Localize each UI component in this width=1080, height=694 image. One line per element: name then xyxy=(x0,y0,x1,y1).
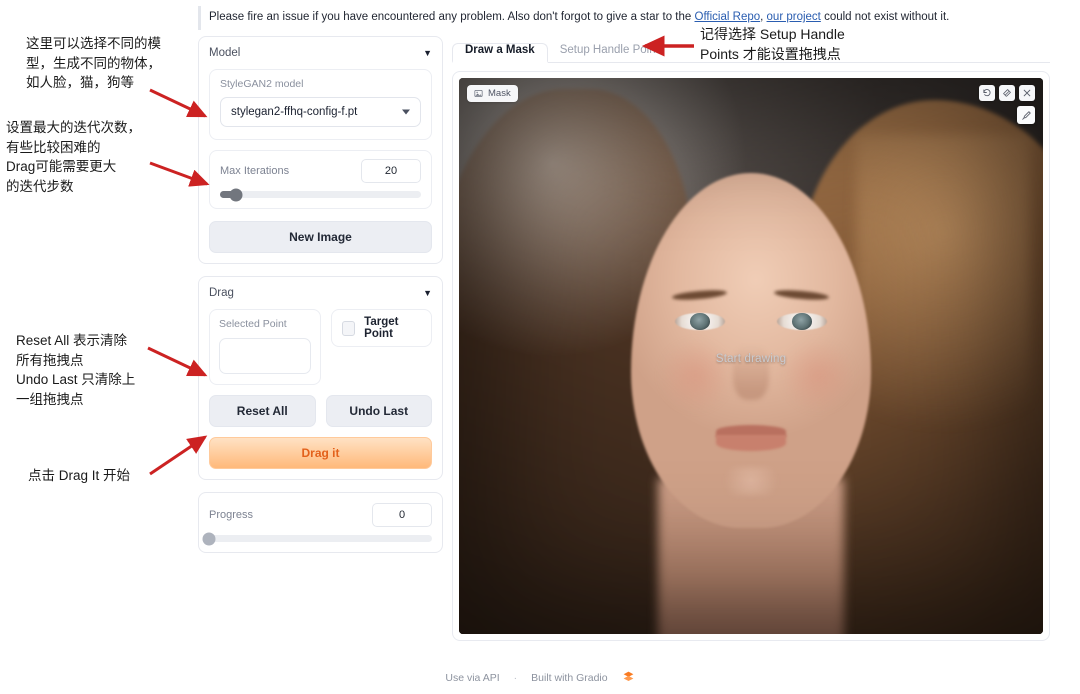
brush-icon[interactable] xyxy=(1017,106,1035,124)
official-repo-link[interactable]: Official Repo xyxy=(695,11,761,23)
image-toolbar xyxy=(979,85,1035,101)
chevron-down-icon[interactable]: ▼ xyxy=(423,288,432,298)
notice-text-before: Please fire an issue if you have encount… xyxy=(209,11,695,24)
target-point-field[interactable]: Target Point xyxy=(331,309,432,347)
use-via-api-link[interactable]: Use via API xyxy=(445,672,499,684)
clear-icon[interactable] xyxy=(1019,85,1035,101)
reset-all-button[interactable]: Reset All xyxy=(209,395,316,427)
max-iterations-label: Max Iterations xyxy=(220,165,290,177)
undo-last-button[interactable]: Undo Last xyxy=(325,395,432,427)
arrow-to-model xyxy=(149,88,208,118)
chevron-down-icon[interactable]: ▼ xyxy=(423,48,432,58)
annotation-dragit: 点击 Drag It 开始 xyxy=(28,468,131,483)
footer-separator: · xyxy=(513,672,518,684)
image-editor-panel: Start drawing Mask xyxy=(452,71,1050,641)
drag-panel: Drag ▼ Selected Point Target Point Reset… xyxy=(198,276,443,480)
tab-setup-handle-points[interactable]: Setup Handle Points xyxy=(548,44,677,62)
progress-label: Progress xyxy=(209,509,254,521)
new-image-button[interactable]: New Image xyxy=(209,221,432,253)
canvas-hint: Start drawing xyxy=(715,352,787,365)
annotation-reset: Reset All 表示清除 所有拖拽点 Undo Last 只清除上 一组拖拽… xyxy=(16,333,136,407)
image-icon xyxy=(474,90,483,97)
our-project-link[interactable]: our project xyxy=(767,11,821,23)
max-iterations-slider-thumb[interactable] xyxy=(229,188,243,201)
mask-badge-label: Mask xyxy=(488,88,511,99)
points-row: Selected Point Target Point xyxy=(209,309,432,385)
controls-column: Model ▼ StyleGAN2 model stylegan2-ffhq-c… xyxy=(198,36,443,565)
progress-value[interactable]: 0 xyxy=(372,503,432,527)
max-iterations-row: Max Iterations 20 xyxy=(220,159,421,183)
model-select-value: stylegan2-ffhq-config-f.pt xyxy=(231,106,358,118)
model-select-label: StyleGAN2 model xyxy=(220,78,304,90)
target-point-label: Target Point xyxy=(364,316,399,340)
progress-slider[interactable] xyxy=(202,532,432,545)
progress-row: Progress 0 xyxy=(209,503,432,527)
annotation-model: 这里可以选择不同的模 型，生成不同的物体， 如人脸，猫，狗等 xyxy=(26,36,161,91)
model-select[interactable]: stylegan2-ffhq-config-f.pt xyxy=(220,97,421,127)
model-select-field: StyleGAN2 model stylegan2-ffhq-config-f.… xyxy=(209,69,432,140)
mask-badge: Mask xyxy=(467,85,518,102)
progress-panel: Progress 0 xyxy=(198,492,443,553)
image-canvas[interactable]: Start drawing Mask xyxy=(459,78,1043,634)
image-column: Draw a Mask Setup Handle Points Start dr… xyxy=(452,36,1050,641)
drag-panel-header[interactable]: Drag ▼ xyxy=(209,287,432,299)
max-iterations-field: Max Iterations 20 xyxy=(209,150,432,209)
selected-point-field: Selected Point xyxy=(209,309,321,385)
max-iterations-value[interactable]: 20 xyxy=(361,159,421,183)
selected-point-label: Selected Point xyxy=(219,318,287,330)
eraser-icon[interactable] xyxy=(999,85,1015,101)
chevron-down-icon xyxy=(402,109,410,115)
app-root: Please fire an issue if you have encount… xyxy=(0,0,1080,694)
selected-point-input[interactable] xyxy=(219,338,311,374)
undo-icon[interactable] xyxy=(979,85,995,101)
notice-text-after: could not exist without it. xyxy=(820,11,950,24)
gradio-logo-icon xyxy=(622,670,635,686)
annotation-iterations: 设置最大的迭代次数， 有些比较困难的 Drag可能需要更大 的迭代步数 xyxy=(6,120,141,194)
annotation-tabs: 记得选择 Setup Handle Points 才能设置拖拽点 xyxy=(700,26,845,63)
drag-panel-title: Drag xyxy=(209,287,234,299)
model-panel-header[interactable]: Model ▼ xyxy=(209,47,432,59)
max-iterations-slider[interactable] xyxy=(220,188,421,201)
footer: Use via API · Built with Gradio xyxy=(0,670,1080,686)
notice-text: Please fire an issue if you have encount… xyxy=(209,11,949,25)
progress-slider-thumb[interactable] xyxy=(202,532,216,545)
drag-actions-row: Reset All Undo Last xyxy=(209,395,432,427)
built-with-gradio-link[interactable]: Built with Gradio xyxy=(531,672,607,684)
tab-draw-a-mask[interactable]: Draw a Mask xyxy=(452,43,548,63)
model-panel: Model ▼ StyleGAN2 model stylegan2-ffhq-c… xyxy=(198,36,443,264)
target-point-checkbox[interactable] xyxy=(342,320,356,336)
drag-it-button[interactable]: Drag it xyxy=(209,437,432,469)
model-panel-title: Model xyxy=(209,47,241,59)
